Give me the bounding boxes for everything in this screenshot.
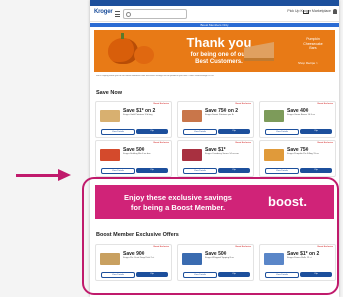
callout-arrow-shaft [16, 174, 60, 177]
view-details-button[interactable]: View Details [265, 129, 299, 135]
clip-button[interactable]: Clip [136, 129, 168, 134]
view-details-button[interactable]: View Details [101, 168, 135, 174]
account-icon[interactable] [333, 9, 337, 14]
clip-button[interactable]: Clip [218, 168, 250, 173]
clip-button[interactable]: Clip [136, 168, 168, 173]
menu-icon[interactable] [115, 11, 120, 17]
boost-section-highlight [82, 177, 339, 295]
shop-recipe-link[interactable]: Shop Recipe > [298, 61, 318, 65]
product-image [100, 149, 120, 161]
coupon-card: Boost Exclusive Save 75¢ on 2 Kroger Swe… [177, 101, 254, 138]
offer-description: Kroger Green Beans 14.5 oz [287, 114, 315, 116]
view-details-button[interactable]: View Details [265, 168, 299, 174]
clip-button[interactable]: Clip [300, 168, 332, 173]
store-selector[interactable]: Pick Up Kroger Marketplace [287, 9, 331, 13]
view-details-button[interactable]: View Details [101, 129, 135, 135]
product-image [100, 110, 120, 122]
coupon-card: Boost Exclusive Save 50¢ Kroger Stuffing… [95, 140, 172, 177]
clip-button[interactable]: Clip [218, 129, 250, 134]
boost-exclusive-tag: Boost Exclusive [153, 142, 169, 144]
boost-exclusive-tag: Boost Exclusive [235, 103, 251, 105]
boost-exclusive-tag: Boost Exclusive [317, 103, 333, 105]
boost-exclusive-tag: Boost Exclusive [317, 142, 333, 144]
search-icon[interactable] [126, 12, 131, 17]
callout-arrow-icon [58, 169, 71, 181]
clip-button[interactable]: Clip [300, 129, 332, 134]
offer-description: Kroger Gold Potatoes 3 lb bag [123, 114, 153, 116]
boost-exclusive-tag: Boost Exclusive [153, 103, 169, 105]
offer-description: Kroger Pumpkin Pie Filling 15 oz [287, 153, 319, 155]
boost-strip: Boost Members Only [90, 23, 339, 27]
search-input[interactable] [123, 9, 187, 19]
offer-description: Kroger Stuffing Mix 6 oz box [123, 153, 151, 155]
offer-description: Kroger Cranberry Sauce 14 oz can [205, 153, 239, 155]
product-image [264, 149, 284, 161]
coupon-card: Boost Exclusive Save 75¢ Kroger Pumpkin … [259, 140, 336, 177]
recipe-line3: Bars [309, 46, 317, 50]
coupon-card: Boost Exclusive Save $1* Kroger Cranberr… [177, 140, 254, 177]
kroger-logo[interactable]: Kroger [94, 9, 113, 15]
offer-description: Kroger Sweet Potatoes per lb [205, 114, 234, 116]
small-pumpkin-image [134, 46, 154, 64]
intro-text: We're saying thank you to our Boost Memb… [96, 75, 215, 77]
view-details-button[interactable]: View Details [183, 168, 217, 174]
hero-banner[interactable]: Thank you for being one of our Best Cust… [94, 30, 335, 72]
save-now-title: Save Now [96, 90, 122, 96]
view-details-button[interactable]: View Details [183, 129, 217, 135]
pumpkin-image [108, 33, 138, 64]
site-header: Kroger Pick Up Kroger Marketplace [90, 6, 339, 22]
recipe-promo: Pumpkin Cheesecake Bars [294, 37, 332, 51]
product-image [182, 149, 202, 161]
boost-exclusive-tag: Boost Exclusive [235, 142, 251, 144]
product-image [264, 110, 284, 122]
product-image [182, 110, 202, 122]
coupon-card: Boost Exclusive Save $1* on 2 Kroger Gol… [95, 101, 172, 138]
coupon-card: Boost Exclusive Save 40¢ Kroger Green Be… [259, 101, 336, 138]
